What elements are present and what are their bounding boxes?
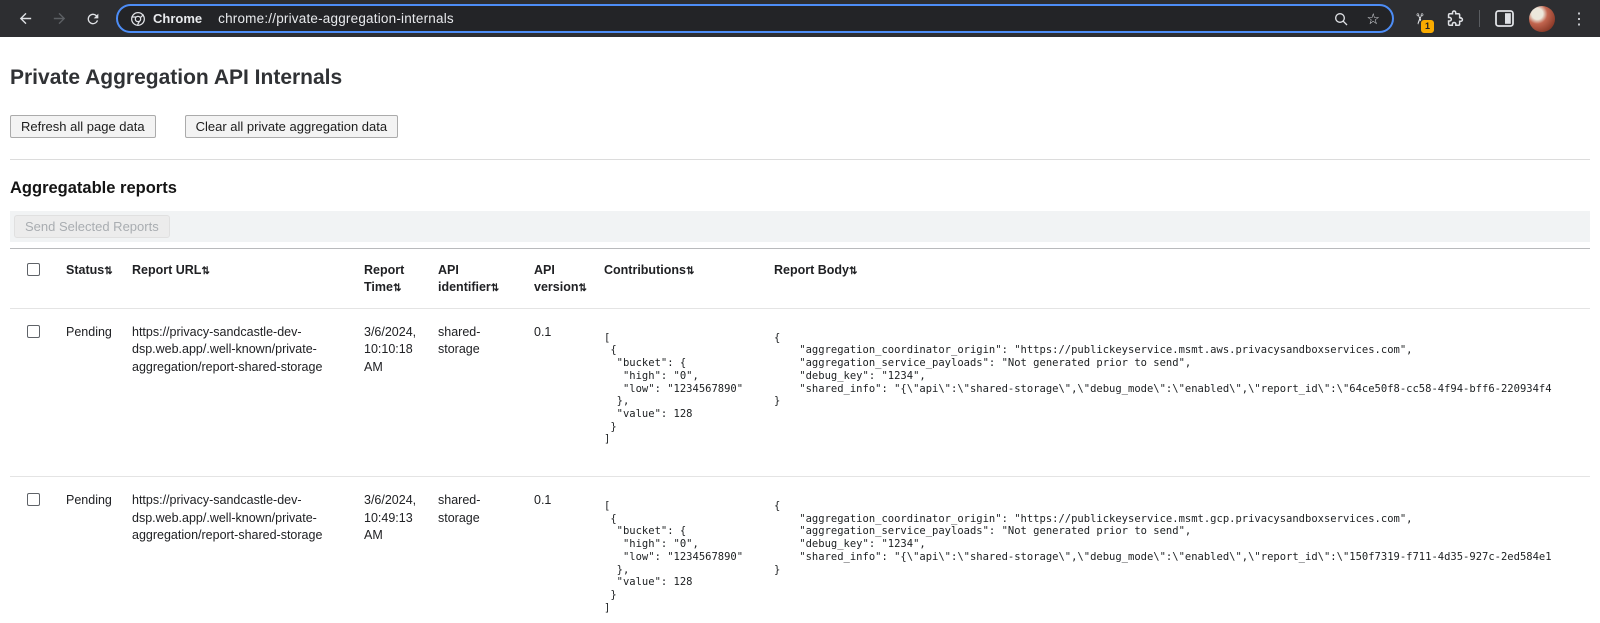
cell-api-identifier: shared-storage (430, 308, 526, 476)
row-checkbox[interactable] (27, 493, 40, 506)
reports-heading: Aggregatable reports (10, 179, 1590, 198)
table-header-row: Status⇅ Report URL⇅ Report Time⇅ API ide… (10, 249, 1590, 309)
sort-icon: ⇅ (491, 283, 499, 294)
reload-icon (85, 11, 101, 27)
chrome-logo-icon (130, 11, 146, 27)
bookmark-star-icon[interactable]: ☆ (1367, 10, 1380, 28)
table-actions-bar: Send Selected Reports (10, 211, 1590, 242)
zoom-search-icon[interactable] (1333, 11, 1349, 27)
header-status[interactable]: Status⇅ (58, 249, 124, 309)
table-row: Pending https://privacy-sandcastle-dev-d… (10, 308, 1590, 476)
page-title: Private Aggregation API Internals (10, 66, 1590, 90)
cell-status: Pending (58, 308, 124, 476)
cell-report-body: { "aggregation_coordinator_origin": "htt… (774, 500, 1582, 576)
sort-icon: ⇅ (849, 266, 857, 277)
chip-label: Chrome (153, 11, 202, 26)
header-api-version[interactable]: API version⇅ (526, 249, 596, 309)
url-scheme-chip: Chrome (130, 11, 202, 27)
clear-all-button[interactable]: Clear all private aggregation data (185, 115, 399, 138)
select-all-checkbox[interactable] (27, 263, 40, 276)
back-button[interactable] (10, 4, 40, 34)
cell-api-identifier: shared-storage (430, 477, 526, 623)
side-panel-icon[interactable] (1495, 10, 1514, 27)
back-arrow-icon (17, 10, 34, 27)
header-report-time[interactable]: Report Time⇅ (356, 249, 430, 309)
omnibox[interactable]: Chrome chrome://private-aggregation-inte… (116, 4, 1394, 33)
cell-status: Pending (58, 477, 124, 623)
toolbar-separator (1479, 10, 1480, 27)
row-checkbox[interactable] (27, 325, 40, 338)
cell-contributions: [ { "bucket": { "high": "0", "low": "123… (604, 332, 758, 446)
section-divider (10, 159, 1590, 160)
cell-api-version: 0.1 (526, 477, 596, 623)
header-report-body[interactable]: Report Body⇅ (766, 249, 1590, 309)
cell-report-time: 3/6/2024, 10:10:18 AM (356, 308, 430, 476)
send-selected-reports-button[interactable]: Send Selected Reports (14, 215, 170, 238)
extension-badge: 1 (1420, 19, 1435, 34)
refresh-all-button[interactable]: Refresh all page data (10, 115, 156, 138)
browser-menu-icon[interactable]: ⋮ (1570, 9, 1588, 29)
sort-icon: ⇅ (104, 266, 112, 277)
sort-icon: ⇅ (686, 266, 694, 277)
profile-avatar[interactable] (1529, 6, 1555, 32)
extensions-puzzle-icon[interactable] (1445, 9, 1464, 28)
sort-icon: ⇅ (393, 283, 401, 294)
header-report-url[interactable]: Report URL⇅ (124, 249, 356, 309)
sort-icon: ⇅ (578, 283, 586, 294)
sort-icon: ⇅ (201, 266, 209, 277)
cell-report-body: { "aggregation_coordinator_origin": "htt… (774, 332, 1582, 408)
header-api-identifier[interactable]: API identifier⇅ (430, 249, 526, 309)
extension-scissors-button[interactable]: ✂ 1 (1408, 7, 1430, 31)
url-text[interactable]: chrome://private-aggregation-internals (218, 11, 1320, 26)
browser-toolbar: Chrome chrome://private-aggregation-inte… (0, 0, 1600, 37)
forward-arrow-icon (51, 10, 68, 27)
cell-api-version: 0.1 (526, 308, 596, 476)
reload-button[interactable] (78, 4, 108, 34)
header-contributions[interactable]: Contributions⇅ (596, 249, 766, 309)
cell-report-url: https://privacy-sandcastle-dev-dsp.web.a… (124, 477, 356, 623)
cell-report-time: 3/6/2024, 10:49:13 AM (356, 477, 430, 623)
forward-button[interactable] (44, 4, 74, 34)
cell-report-url: https://privacy-sandcastle-dev-dsp.web.a… (124, 308, 356, 476)
table-row: Pending https://privacy-sandcastle-dev-d… (10, 477, 1590, 623)
cell-contributions: [ { "bucket": { "high": "0", "low": "123… (604, 500, 758, 614)
aggregatable-reports-table: Status⇅ Report URL⇅ Report Time⇅ API ide… (10, 248, 1590, 623)
page-content: Private Aggregation API Internals Refres… (0, 66, 1600, 623)
